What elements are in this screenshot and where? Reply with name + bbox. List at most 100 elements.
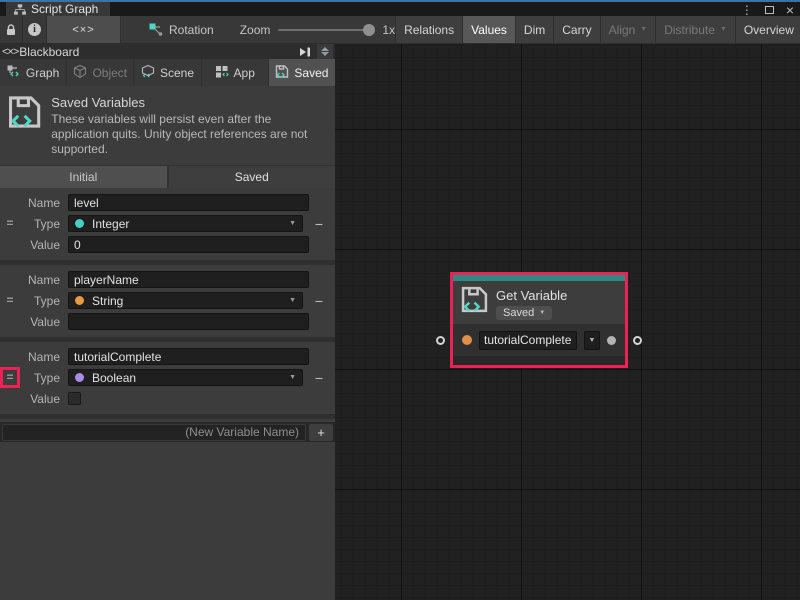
value-checkbox[interactable]	[68, 392, 81, 405]
blackboard-tab-label: Scene	[160, 66, 194, 80]
zoom-slider-handle[interactable]	[363, 24, 375, 36]
dock-icon	[299, 47, 311, 57]
value-label: Value	[20, 392, 62, 406]
zoom-control: Zoom 1x	[240, 16, 395, 43]
blackboard-tab-graph[interactable]: Graph	[0, 59, 66, 86]
node-left-connection-port[interactable]	[436, 336, 445, 345]
remove-variable-button[interactable]: −	[311, 293, 327, 309]
code-preview-button[interactable]: <×>	[47, 16, 121, 43]
blackboard-scope-tabs: Graph Object Scene App Saved	[0, 59, 335, 86]
code-icon: <×>	[72, 24, 94, 36]
info-button[interactable]: i	[23, 16, 47, 43]
variable-group-playername: Name=TypeString▼−Value	[0, 265, 335, 342]
blackboard-tab-app[interactable]: App	[202, 59, 268, 86]
blackboard-empty-space	[0, 442, 335, 600]
value-label: Value	[20, 315, 62, 329]
blackboard-tab-saved[interactable]: Saved	[269, 59, 335, 86]
blackboard-panel: <×> Blackboard Graph Object Scene App Saved	[0, 44, 335, 600]
variable-name-row: Name	[0, 270, 335, 289]
graph-canvas[interactable]: Get Variable Saved ▼ ▼	[335, 44, 800, 600]
toolbar-button-label: Overview	[744, 23, 794, 37]
variable-name-input[interactable]	[68, 194, 309, 211]
lock-button[interactable]	[0, 16, 23, 43]
object-icon	[73, 65, 87, 81]
node-output-port[interactable]	[607, 336, 616, 345]
window-controls: ⋮ ×	[741, 3, 794, 16]
variables-icon: <×>	[2, 46, 18, 58]
remove-variable-button[interactable]: −	[311, 370, 327, 386]
blackboard-title-group: <×> Blackboard	[2, 45, 79, 59]
blackboard-tab-label: Saved	[294, 66, 328, 80]
dropdown-arrow-icon: ▼	[289, 220, 296, 227]
dock-button[interactable]	[295, 45, 315, 58]
node-input-port[interactable]	[462, 335, 472, 345]
saved-variables-info: Saved Variables These variables will per…	[0, 86, 335, 165]
tab-script-graph[interactable]: Script Graph	[6, 2, 110, 16]
node-variable-dropdown-button[interactable]: ▼	[584, 331, 600, 350]
node-footer	[453, 356, 625, 365]
toolbar-button-align[interactable]: Align▼	[600, 16, 656, 43]
toolbar-button-label: Carry	[562, 23, 591, 37]
blackboard-tab-object[interactable]: Object	[67, 59, 133, 86]
rotation-control[interactable]: Rotation	[149, 16, 214, 43]
scroll-up-icon	[321, 47, 329, 51]
toolbar-button-dim[interactable]: Dim	[515, 16, 553, 43]
remove-variable-button[interactable]: −	[311, 216, 327, 232]
type-name: Integer	[92, 217, 129, 231]
type-color-dot	[75, 373, 84, 382]
type-color-dot	[75, 296, 84, 305]
node-floppy-icon	[461, 286, 488, 313]
dropdown-arrow-icon: ▼	[589, 337, 596, 344]
value-mode-tab-initial[interactable]: Initial	[0, 166, 167, 188]
variable-type-dropdown[interactable]: String▼	[68, 292, 303, 309]
drag-handle[interactable]: =	[3, 370, 16, 385]
variable-name-input[interactable]	[68, 271, 309, 288]
variable-name-input[interactable]	[68, 348, 309, 365]
info-title: Saved Variables	[51, 95, 327, 110]
graph-icon	[7, 65, 21, 81]
toolbar-button-values[interactable]: Values	[462, 16, 515, 43]
get-variable-node[interactable]: Get Variable Saved ▼ ▼	[450, 272, 628, 368]
variable-value-input[interactable]	[68, 236, 309, 253]
drag-handle[interactable]: =	[3, 216, 16, 231]
app-icon	[215, 65, 229, 81]
node-scope-label: Saved	[503, 307, 534, 319]
node-variable-field[interactable]	[479, 331, 577, 350]
toolbar-left-group: i <×>	[0, 16, 121, 43]
window-menu-icon[interactable]: ⋮	[741, 4, 753, 16]
toolbar-button-label: Dim	[524, 23, 545, 37]
toolbar-button-overview[interactable]: Overview	[735, 16, 800, 43]
graph-toolbar: i <×> Rotation Zoom 1x Relations Values Di…	[0, 16, 800, 44]
node-title: Get Variable	[496, 288, 567, 303]
type-name: String	[92, 294, 123, 308]
blackboard-tab-scene[interactable]: Scene	[134, 59, 200, 86]
close-icon[interactable]: ×	[786, 4, 794, 16]
toolbar-button-distribute[interactable]: Distribute▼	[655, 16, 735, 43]
info-description: These variables will persist even after …	[51, 112, 327, 157]
new-variable-input[interactable]	[2, 424, 306, 441]
drag-handle[interactable]: =	[3, 293, 16, 308]
variable-group-tutorialcomplete: Name=TypeBoolean▼−Value	[0, 342, 335, 419]
variable-value-input[interactable]	[68, 313, 309, 330]
variable-type-dropdown[interactable]: Integer ▼	[68, 215, 303, 232]
tab-label: Script Graph	[31, 2, 98, 16]
toolbar-button-label: Values	[471, 23, 507, 37]
node-header: Get Variable Saved ▼	[453, 281, 625, 324]
blackboard-header: <×> Blackboard	[0, 44, 335, 59]
add-variable-button[interactable]: +	[309, 424, 333, 441]
panel-scroll-arrows[interactable]	[317, 44, 333, 59]
zoom-slider-track[interactable]	[278, 29, 370, 31]
variable-type-row: =TypeBoolean▼−	[0, 368, 335, 387]
node-right-connection-port[interactable]	[633, 336, 642, 345]
toolbar-button-carry[interactable]: Carry	[553, 16, 599, 43]
node-header-text: Get Variable Saved ▼	[496, 286, 567, 324]
name-label: Name	[20, 196, 62, 210]
lock-icon	[6, 24, 16, 36]
variable-value-row: Value	[0, 235, 335, 254]
maximize-icon[interactable]	[765, 6, 774, 14]
toolbar-button-relations[interactable]: Relations	[395, 16, 462, 43]
variable-type-dropdown[interactable]: Boolean▼	[68, 369, 303, 386]
value-mode-tab-saved[interactable]: Saved	[169, 166, 336, 188]
blackboard-tab-label: Graph	[26, 66, 59, 80]
node-scope-dropdown[interactable]: Saved ▼	[496, 306, 552, 320]
